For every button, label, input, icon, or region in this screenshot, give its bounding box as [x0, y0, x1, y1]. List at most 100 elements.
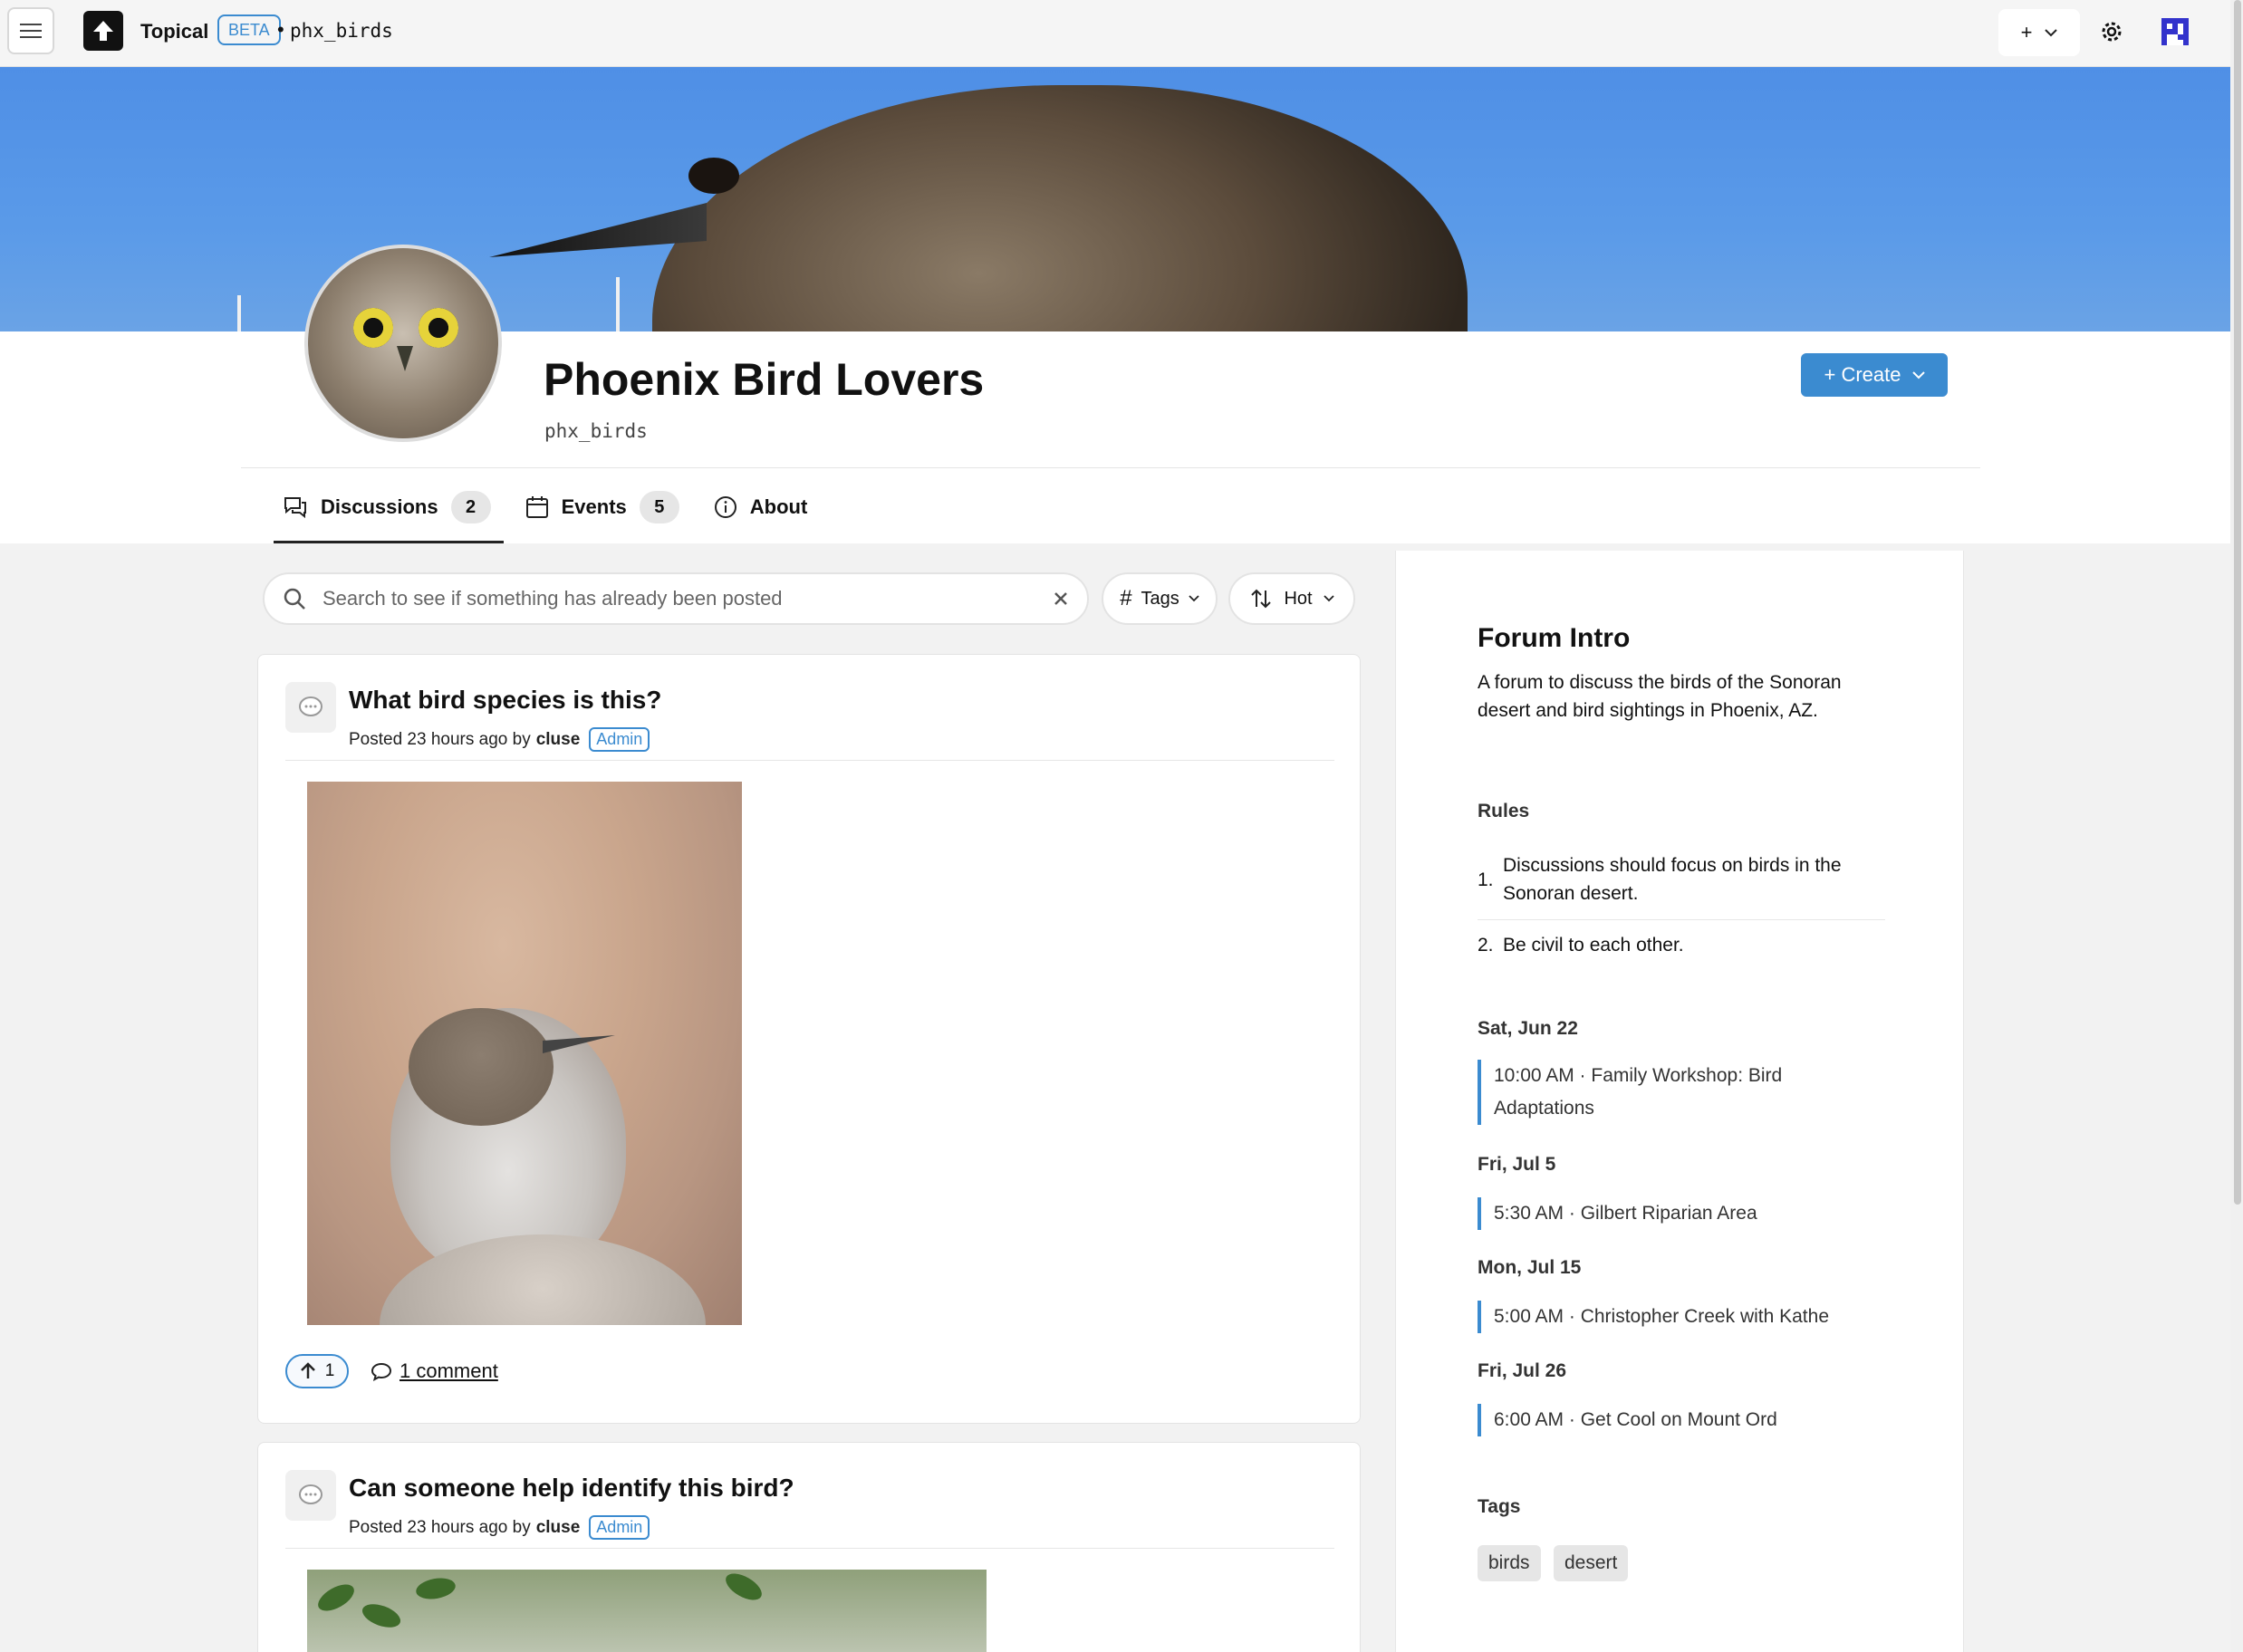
banner-bird-eye — [688, 158, 739, 194]
comment-icon — [371, 1362, 392, 1381]
gear-icon — [2102, 22, 2122, 42]
photo-leaf — [721, 1570, 766, 1606]
create-button[interactable]: + Create — [1801, 353, 1948, 397]
breadcrumb-separator: • — [277, 18, 284, 41]
chevron-down-icon — [1189, 595, 1199, 602]
sort-button[interactable]: Hot — [1228, 572, 1355, 625]
event-date: Fri, Jul 5 — [1478, 1154, 1556, 1175]
upvote-button[interactable]: 1 — [285, 1354, 349, 1388]
search-bar[interactable]: Search to see if something has already b… — [263, 572, 1089, 625]
info-icon — [714, 496, 736, 518]
chevron-down-icon — [2045, 29, 2058, 37]
post-card[interactable]: Can someone help identify this bird? Pos… — [257, 1442, 1361, 1652]
tab-events-count: 5 — [639, 491, 679, 523]
speech-bubble-icon — [299, 696, 322, 716]
new-menu-button[interactable]: + — [1998, 9, 2080, 56]
sort-label: Hot — [1284, 588, 1313, 609]
banner-spine — [616, 277, 620, 331]
rule-item: 2. Be civil to each other. — [1478, 931, 1885, 959]
community-handle: phx_birds — [544, 420, 648, 442]
community-tabs: Discussions 2 Events 5 About — [241, 471, 829, 543]
post-card[interactable]: What bird species is this? Posted 23 hou… — [257, 654, 1361, 1424]
comments-link[interactable]: 1 comment — [371, 1359, 498, 1383]
hamburger-menu-button[interactable] — [7, 7, 54, 54]
post-meta: Posted 23 hours ago by cluse Admin — [349, 727, 650, 752]
tag-chip[interactable]: birds — [1478, 1545, 1541, 1581]
post-type-bubble — [285, 682, 336, 733]
forum-intro-title: Forum Intro — [1478, 623, 1631, 653]
clear-search-icon[interactable] — [1053, 591, 1069, 607]
post-divider — [285, 760, 1334, 761]
calendar-icon — [525, 496, 548, 518]
upvote-count: 1 — [324, 1361, 335, 1380]
event-date: Fri, Jul 26 — [1478, 1360, 1567, 1381]
beta-badge: BETA — [217, 14, 281, 45]
post-author[interactable]: cluse — [536, 730, 581, 750]
search-icon — [284, 588, 305, 610]
tab-discussions[interactable]: Discussions 2 — [241, 471, 504, 543]
arrow-up-logo-icon — [93, 21, 113, 41]
breadcrumb-community[interactable]: phx_birds — [290, 20, 393, 42]
rule-text: Discussions should focus on birds in the… — [1503, 855, 1842, 904]
post-image[interactable] — [307, 1570, 987, 1652]
banner-bird-head — [652, 85, 1468, 331]
post-author[interactable]: cluse — [536, 1518, 581, 1538]
event-item[interactable]: 5:30 AM · Gilbert Riparian Area — [1478, 1197, 1876, 1230]
tab-events-label: Events — [561, 495, 627, 518]
tab-discussions-label: Discussions — [321, 495, 438, 518]
post-title[interactable]: What bird species is this? — [349, 686, 661, 715]
owl-eye-right — [419, 308, 458, 348]
tags-title: Tags — [1478, 1496, 1521, 1517]
speech-bubble-icon — [299, 1484, 322, 1504]
post-image[interactable] — [307, 782, 742, 1325]
owl-beak — [397, 346, 413, 371]
rule-number: 1. — [1478, 869, 1494, 890]
tab-about[interactable]: About — [701, 471, 821, 543]
event-date: Mon, Jul 15 — [1478, 1257, 1582, 1278]
settings-button[interactable] — [2096, 16, 2127, 47]
top-bar: Topical BETA • phx_birds + — [0, 0, 2230, 67]
plus-label: + — [2020, 21, 2033, 43]
photo-bird-head — [409, 1008, 554, 1126]
banner-spine — [237, 295, 241, 331]
forum-intro-text: A forum to discuss the birds of the Sono… — [1478, 672, 1842, 721]
user-avatar-icon[interactable] — [2160, 16, 2190, 47]
tags-filter-label: Tags — [1141, 588, 1179, 609]
community-title: Phoenix Bird Lovers — [544, 354, 985, 405]
admin-badge: Admin — [589, 727, 650, 752]
tags-filter-button[interactable]: # Tags — [1102, 572, 1218, 625]
chevron-down-icon — [1323, 595, 1334, 602]
post-divider — [285, 1548, 1334, 1549]
tab-events[interactable]: Events 5 — [513, 471, 692, 543]
admin-badge: Admin — [589, 1515, 650, 1540]
menu-icon — [20, 24, 42, 38]
photo-leaf — [313, 1579, 359, 1617]
search-input[interactable]: Search to see if something has already b… — [322, 587, 1053, 610]
arrow-up-icon — [300, 1362, 315, 1378]
photo-leaf — [359, 1599, 404, 1632]
post-title[interactable]: Can someone help identify this bird? — [349, 1474, 794, 1503]
rule-divider — [1478, 919, 1885, 920]
scrollbar-thumb[interactable] — [2234, 0, 2241, 1205]
rule-item: 1. Discussions should focus on birds in … — [1478, 851, 1885, 908]
owl-eye-left — [353, 308, 393, 348]
sort-arrows-icon — [1251, 589, 1272, 609]
post-type-bubble — [285, 1470, 336, 1521]
event-date: Sat, Jun 22 — [1478, 1018, 1578, 1039]
hash-icon: # — [1120, 586, 1132, 610]
post-posted-text: Posted 23 hours ago by — [349, 729, 531, 749]
comments-count-label: 1 comment — [400, 1359, 498, 1382]
rules-title: Rules — [1478, 801, 1530, 821]
event-item[interactable]: 5:00 AM · Christopher Creek with Kathe — [1478, 1301, 1876, 1333]
brand-name[interactable]: Topical — [140, 20, 208, 43]
header-divider — [241, 467, 1980, 468]
community-sidebar: Forum Intro A forum to discuss the birds… — [1395, 551, 1964, 1652]
community-avatar — [304, 245, 502, 442]
event-item[interactable]: 10:00 AM · Family Workshop: Bird Adaptat… — [1478, 1060, 1876, 1125]
post-posted-text: Posted 23 hours ago by — [349, 1517, 531, 1537]
topical-logo[interactable] — [83, 11, 123, 51]
post-actions: 1 1 comment — [285, 1354, 498, 1388]
event-item[interactable]: 6:00 AM · Get Cool on Mount Ord — [1478, 1404, 1876, 1436]
tag-chip[interactable]: desert — [1554, 1545, 1629, 1581]
rule-number: 2. — [1478, 935, 1494, 956]
